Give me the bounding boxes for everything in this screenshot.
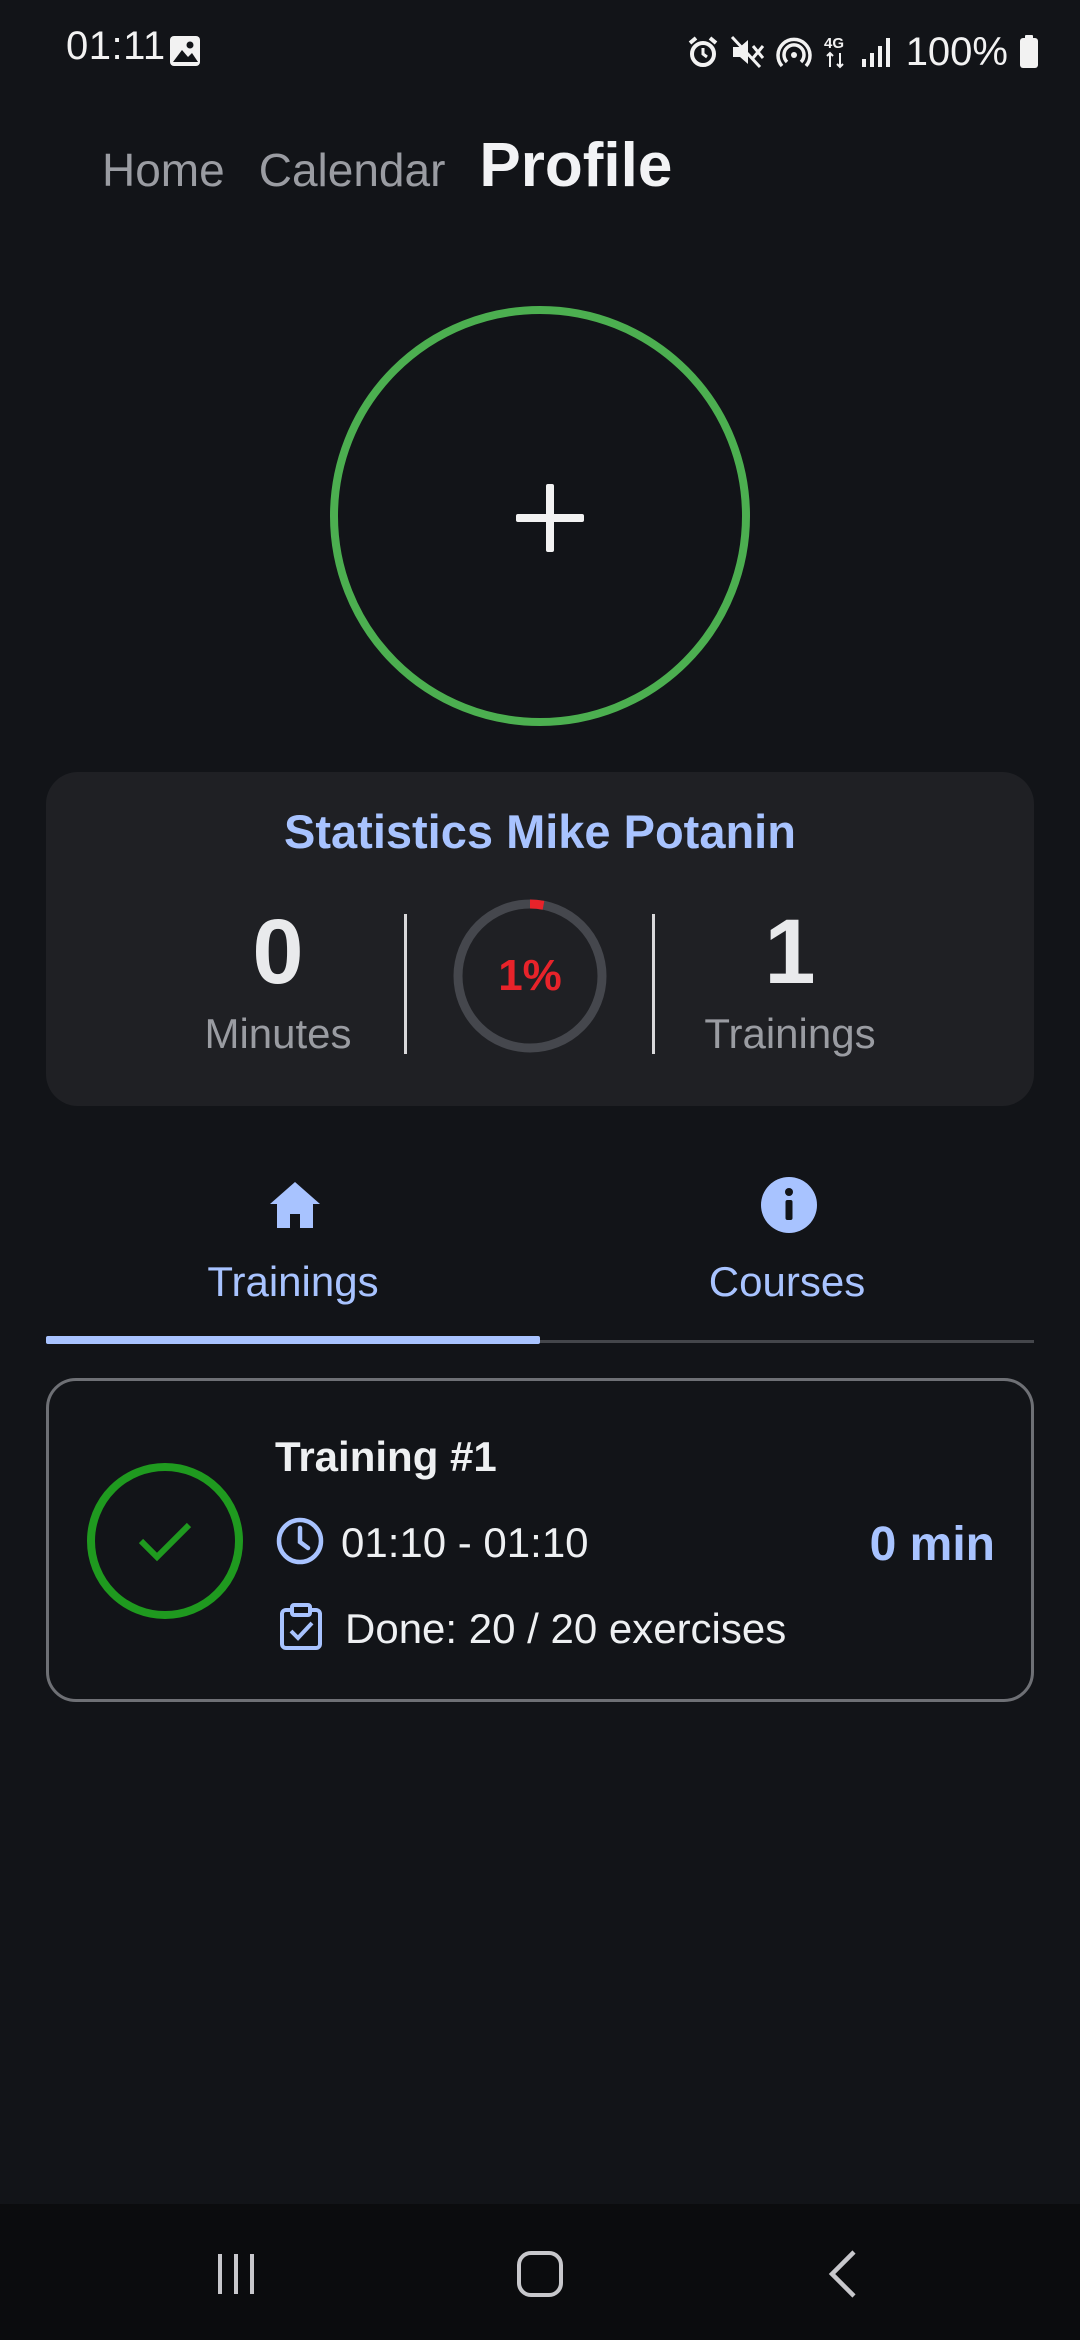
network-4g-icon: 4G	[822, 34, 850, 70]
battery-icon	[1018, 34, 1040, 70]
training-time-range: 01:10 - 01:10	[341, 1519, 589, 1566]
nav-profile[interactable]: Profile	[479, 130, 672, 201]
stat-divider	[652, 914, 655, 1054]
svg-text:4G: 4G	[824, 35, 844, 52]
clipboard-check-icon	[279, 1602, 323, 1656]
clock-icon	[275, 1516, 325, 1571]
home-icon	[266, 1176, 324, 1234]
tab-trainings-label: Trainings	[207, 1258, 379, 1305]
tab-trainings[interactable]: Trainings	[46, 1166, 540, 1342]
stat-divider	[404, 914, 407, 1054]
status-time: 01:11	[66, 24, 166, 68]
battery-percentage: 100%	[905, 29, 1008, 74]
hotspot-icon	[775, 35, 812, 69]
training-done-count: Done: 20 / 20 exercises	[345, 1605, 787, 1652]
statistics-title: Statistics Mike Potanin	[284, 805, 796, 858]
training-title: Training #1	[275, 1433, 497, 1480]
tab-courses-label: Courses	[708, 1258, 866, 1305]
home-button-icon[interactable]	[510, 2244, 570, 2304]
top-nav: Home Calendar Profile	[102, 130, 672, 210]
training-status	[87, 1463, 243, 1619]
status-bar: 01:11 4G 100%	[0, 0, 1080, 104]
trainings-stat: 1 Trainings	[660, 906, 920, 1058]
training-duration: 0 min	[869, 1518, 995, 1571]
nav-home[interactable]: Home	[102, 143, 225, 197]
add-avatar-button[interactable]	[330, 306, 750, 726]
gallery-icon	[168, 34, 202, 68]
minutes-label: Minutes	[204, 1010, 352, 1057]
progress-ring: 1%	[450, 896, 610, 1056]
tab-courses[interactable]: Courses	[540, 1166, 1034, 1342]
minutes-stat: 0 Minutes	[148, 906, 408, 1058]
training-time-row: 01:10 - 01:10	[275, 1513, 589, 1573]
system-nav-bar	[0, 2204, 1080, 2340]
trainings-label: Trainings	[704, 1010, 876, 1057]
back-icon[interactable]	[814, 2244, 874, 2304]
alarm-icon	[686, 35, 720, 69]
status-icons: 4G 100%	[686, 24, 1040, 80]
trainings-value: 1	[764, 901, 816, 1003]
tab-selected-indicator	[46, 1336, 540, 1344]
training-done-row: Done: 20 / 20 exercises	[279, 1599, 786, 1659]
minutes-value: 0	[252, 901, 304, 1003]
info-icon	[760, 1176, 818, 1234]
tab-bar: Trainings Courses	[46, 1166, 1034, 1344]
progress-percent: 1%	[498, 951, 562, 1000]
signal-icon	[860, 35, 892, 69]
statistics-card: Statistics Mike Potanin 0 Minutes 1% 1 T…	[46, 772, 1034, 1106]
mute-icon	[730, 35, 766, 69]
nav-calendar[interactable]: Calendar	[259, 143, 446, 197]
training-card[interactable]: Training #1 01:10 - 01:10 Done: 20 / 20 …	[46, 1378, 1034, 1702]
recents-icon[interactable]	[206, 2244, 266, 2304]
